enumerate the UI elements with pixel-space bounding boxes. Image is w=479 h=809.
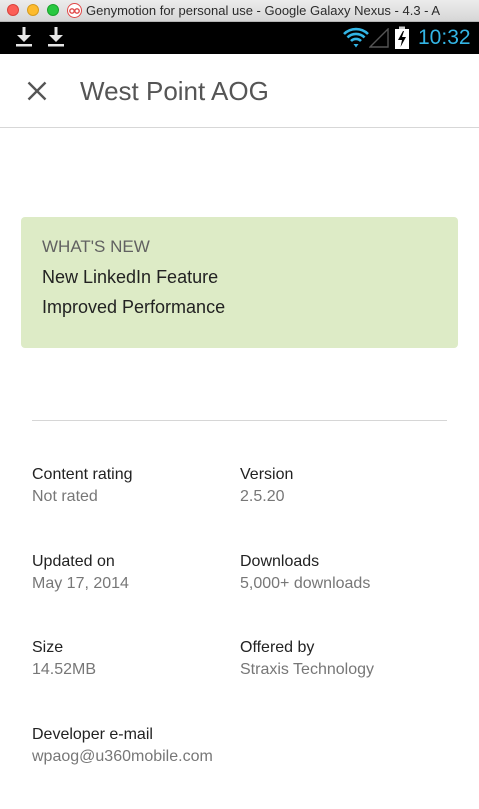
detail-label: Content rating: [32, 466, 133, 483]
detail-value: 2.5.20: [240, 488, 285, 505]
developer-email-detail: Developer e-mail wpaog@u360mobile.com: [32, 725, 252, 767]
content-rating-detail: Content rating Not rated: [32, 465, 252, 507]
version-detail: Version 2.5.20: [240, 465, 460, 507]
detail-value: 5,000+ downloads: [240, 575, 371, 592]
detail-label: Version: [240, 466, 294, 483]
size-detail: Size 14.52MB: [32, 638, 252, 680]
page-title: West Point AOG: [80, 76, 269, 106]
detail-value: May 17, 2014: [32, 575, 129, 592]
section-divider: [32, 420, 447, 421]
minimize-window-button[interactable]: [27, 4, 39, 16]
zoom-window-button[interactable]: [47, 4, 59, 16]
whats-new-item: Improved Performance: [42, 297, 226, 317]
window-title: Genymotion for personal use - Google Gal…: [86, 3, 441, 18]
updated-on-detail: Updated on May 17, 2014: [32, 552, 252, 594]
developer-email-link[interactable]: wpaog@u360mobile.com: [32, 747, 252, 767]
android-status-bar: 10:32: [0, 22, 479, 54]
signal-icon: [369, 28, 389, 48]
detail-label: Size: [32, 639, 64, 656]
wifi-icon: [343, 27, 369, 48]
close-window-button[interactable]: [7, 4, 19, 16]
window-titlebar: Genymotion for personal use - Google Gal…: [0, 0, 479, 22]
close-icon: [27, 81, 47, 101]
downloads-detail: Downloads 5,000+ downloads: [240, 552, 460, 594]
genymotion-logo-icon: [67, 3, 82, 18]
whats-new-item: New LinkedIn Feature: [42, 267, 219, 287]
detail-value: 14.52MB: [32, 661, 97, 678]
detail-value: Straxis Technology: [240, 661, 374, 678]
status-clock: 10:32: [418, 26, 471, 49]
detail-label: Offered by: [240, 639, 315, 656]
close-button[interactable]: [20, 74, 54, 108]
detail-label: Updated on: [32, 553, 115, 570]
download-icon: [16, 27, 32, 47]
detail-label: Developer e-mail: [32, 726, 153, 743]
emulator-window: Genymotion for personal use - Google Gal…: [0, 0, 479, 809]
app-bar: West Point AOG: [0, 54, 479, 128]
offered-by-detail: Offered by Straxis Technology: [240, 638, 460, 680]
whats-new-heading: WHAT'S NEW: [42, 237, 150, 256]
whats-new-card: WHAT'S NEW New LinkedIn Feature Improved…: [21, 217, 458, 348]
detail-label: Downloads: [240, 553, 320, 570]
download-icon: [48, 27, 64, 47]
battery-charging-icon: [395, 26, 409, 49]
detail-value: Not rated: [32, 488, 98, 505]
